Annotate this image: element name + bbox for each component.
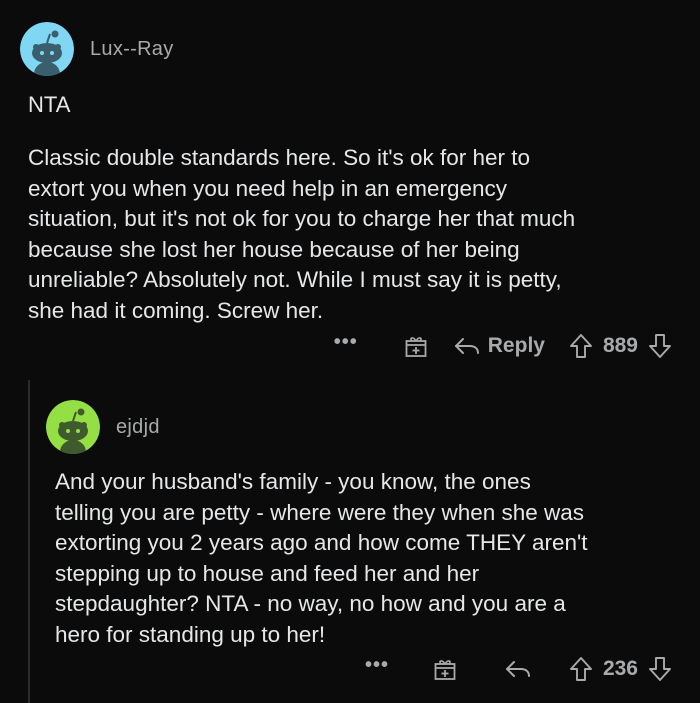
comment-header: Lux--Ray [20, 22, 174, 76]
downvote-button[interactable] [648, 656, 672, 682]
gift-icon [405, 337, 427, 357]
reply-label: Reply [487, 334, 545, 357]
upvote-arrow-icon [570, 657, 592, 681]
avatar[interactable] [46, 400, 100, 454]
gift-icon [434, 660, 456, 680]
comment-lux-ray: Lux--Ray NTA Classic double standards he… [0, 0, 700, 380]
reddit-snoo-icon [20, 22, 74, 76]
comment-body: And your husband's family - you know, th… [55, 469, 588, 647]
downvote-button[interactable] [648, 333, 672, 359]
comment-actions: ••• 236 [365, 655, 672, 682]
upvote-button[interactable] [569, 333, 593, 359]
comment-ejdjd: ejdjd And your husband's family - you kn… [0, 380, 700, 703]
username[interactable]: Lux--Ray [90, 38, 174, 61]
reddit-snoo-icon [46, 400, 100, 454]
reply-arrow-icon [454, 338, 479, 354]
reply-button[interactable]: Reply [454, 334, 545, 358]
vote-score: 889 [602, 334, 638, 357]
upvote-button[interactable] [569, 656, 593, 682]
vote-score: 236 [602, 657, 638, 680]
more-options-button[interactable]: ••• [334, 332, 358, 352]
comment-header: ejdjd [46, 400, 160, 454]
comment-actions: ••• Reply 889 [334, 332, 672, 359]
reply-arrow-icon [505, 661, 530, 677]
comment-body: Classic double standards here. So it's o… [28, 145, 576, 323]
avatar[interactable] [20, 22, 74, 76]
verdict-text: NTA [28, 92, 71, 117]
reply-button[interactable] [505, 658, 539, 680]
more-options-button[interactable]: ••• [365, 655, 389, 675]
downvote-arrow-icon [649, 334, 671, 358]
upvote-arrow-icon [570, 334, 592, 358]
award-button[interactable] [404, 334, 428, 358]
award-button[interactable] [433, 657, 457, 681]
downvote-arrow-icon [649, 657, 671, 681]
username[interactable]: ejdjd [116, 416, 160, 439]
